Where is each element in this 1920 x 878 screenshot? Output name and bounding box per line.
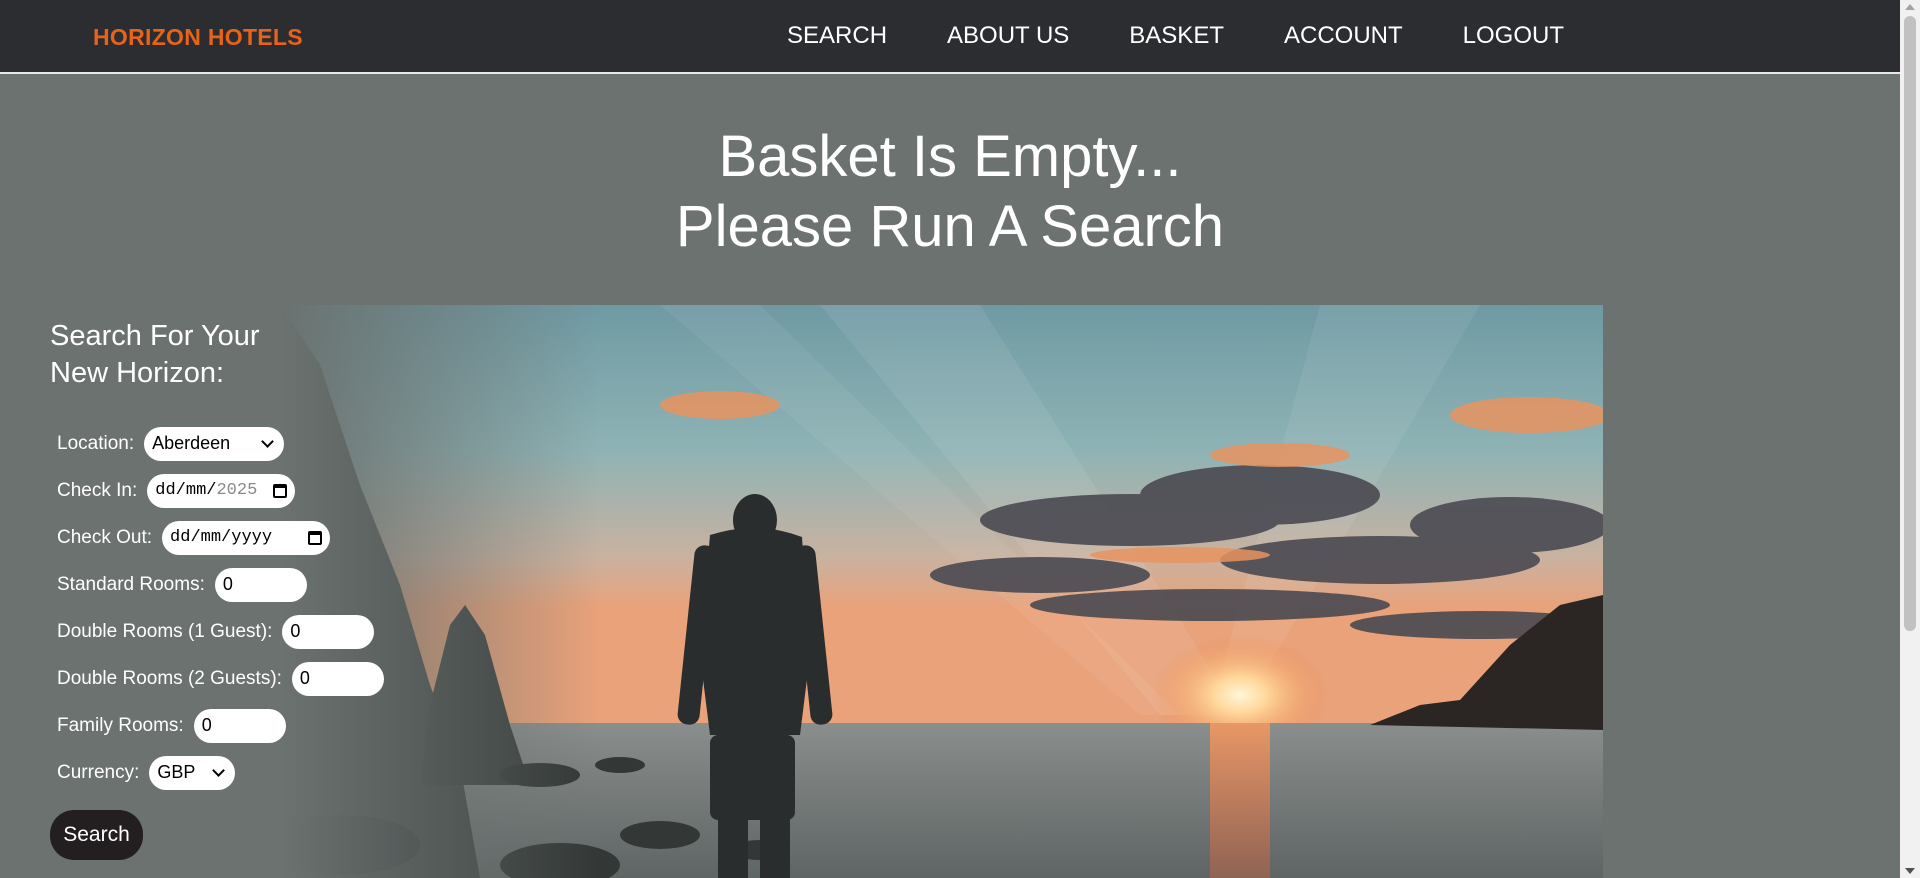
double-rooms-1-input[interactable]: 0 (282, 614, 375, 649)
location-select-value: Aberdeen (152, 433, 231, 453)
calendar-icon[interactable] (273, 483, 288, 498)
search-heading-line-2: New Horizon: (50, 357, 225, 389)
nav-link-about-us[interactable]: ABOUT US (947, 22, 1069, 50)
double-rooms-1-row: Double Rooms (1 Guest): 0 (57, 608, 410, 655)
checkin-row: Check In: dd/mm/2025 (57, 467, 410, 514)
currency-select-value: GBP (157, 762, 196, 782)
nav-link-account[interactable]: ACCOUNT (1284, 22, 1403, 50)
nav-link-search[interactable]: SEARCH (787, 22, 887, 50)
nav-link-logout[interactable]: LOGOUT (1463, 22, 1564, 50)
page-title-line-1: Basket Is Empty... (718, 124, 1182, 189)
double-rooms-2-input[interactable]: 0 (291, 661, 384, 696)
search-button[interactable]: Search (50, 810, 143, 860)
page-title: Basket Is Empty... Please Run A Search (0, 122, 1900, 262)
location-row: Location: Aberdeen (57, 420, 410, 467)
nav-links: SEARCH ABOUT US BASKET ACCOUNT LOGOUT (787, 22, 1624, 50)
hero-sunset-image (280, 305, 1603, 878)
checkin-date-year: 2025 (216, 481, 258, 500)
checkout-label: Check Out: (57, 526, 153, 548)
standard-rooms-label: Standard Rooms: (57, 573, 205, 595)
scroll-down-arrow-icon[interactable] (1905, 868, 1915, 874)
brand-logo-text[interactable]: HORIZON HOTELS (93, 24, 303, 51)
checkout-date-input[interactable]: dd/mm/yyyy (162, 520, 331, 555)
currency-select[interactable]: GBP (149, 755, 236, 790)
currency-label: Currency: (57, 761, 140, 783)
family-rooms-label: Family Rooms: (57, 714, 184, 736)
page-title-line-2: Please Run A Search (675, 194, 1225, 259)
chevron-down-icon (261, 434, 274, 448)
checkout-row: Check Out: dd/mm/yyyy (57, 514, 410, 561)
standard-rooms-input[interactable]: 0 (214, 567, 307, 602)
search-heading-line-1: Search For Your (50, 320, 260, 352)
vertical-scrollbar[interactable] (1900, 0, 1920, 878)
location-select[interactable]: Aberdeen (144, 426, 285, 461)
standard-rooms-row: Standard Rooms: 0 (57, 561, 410, 608)
double-rooms-2-label: Double Rooms (2 Guests): (57, 667, 282, 689)
double-rooms-2-row: Double Rooms (2 Guests): 0 (57, 655, 410, 702)
double-rooms-1-label: Double Rooms (1 Guest): (57, 620, 273, 642)
checkin-date-placeholder: dd/mm/ (155, 481, 217, 500)
location-label: Location: (57, 432, 135, 454)
family-rooms-row: Family Rooms: 0 (57, 702, 410, 749)
calendar-icon[interactable] (308, 530, 323, 545)
chevron-down-icon (212, 763, 226, 777)
checkin-date-value: dd/mm/2025 (155, 481, 257, 500)
scrollbar-thumb[interactable] (1904, 16, 1916, 631)
nav-link-basket[interactable]: BASKET (1129, 22, 1224, 50)
family-rooms-input[interactable]: 0 (193, 708, 286, 743)
checkin-label: Check In: (57, 479, 138, 501)
scroll-up-arrow-icon[interactable] (1905, 4, 1915, 10)
checkout-date-value: dd/mm/yyyy (170, 528, 273, 547)
top-navbar: HORIZON HOTELS SEARCH ABOUT US BASKET AC… (0, 0, 1900, 74)
checkin-date-input[interactable]: dd/mm/2025 (147, 473, 296, 508)
currency-row: Currency: GBP (57, 749, 410, 796)
search-heading: Search For Your New Horizon: (50, 318, 410, 392)
search-form: Search For Your New Horizon: Location: A… (50, 318, 410, 860)
